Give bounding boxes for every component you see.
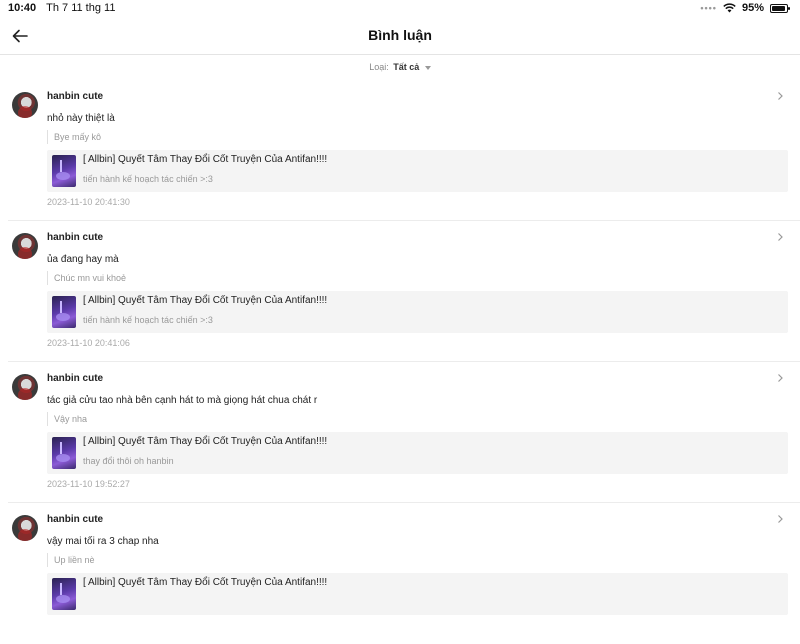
comment-timestamp: 2023-11-10 20:41:30	[47, 197, 130, 207]
chevron-right-icon[interactable]	[774, 372, 786, 384]
avatar[interactable]	[12, 233, 38, 259]
chevron-right-icon[interactable]	[774, 513, 786, 525]
reply-quote: Chúc mn vui khoẻ	[47, 271, 126, 285]
story-card[interactable]: [ Allbin] Quyết Tâm Thay Đổi Cốt Truyện …	[47, 150, 788, 192]
chevron-right-icon[interactable]	[774, 231, 786, 243]
wifi-icon	[723, 3, 736, 13]
comment-username[interactable]: hanbin cute	[47, 91, 103, 102]
comment-username[interactable]: hanbin cute	[47, 373, 103, 384]
story-thumbnail	[52, 155, 76, 187]
comment-text: tác giả cửu tao nhà bên cạnh hát to mà g…	[47, 395, 318, 406]
filter-label: Loại:	[369, 62, 389, 72]
comment-username[interactable]: hanbin cute	[47, 232, 103, 243]
story-thumbnail	[52, 296, 76, 328]
more-dots-icon: ••••	[700, 3, 717, 13]
story-thumbnail	[52, 578, 76, 610]
battery-percent: 95%	[741, 2, 764, 14]
status-time: 10:40	[8, 2, 37, 14]
page-title: Bình luận	[368, 27, 432, 43]
caret-down-icon	[424, 65, 431, 70]
filter-dropdown[interactable]: Loại: Tất cả	[0, 62, 800, 72]
status-date: Th 7 11 thg 11	[46, 2, 116, 14]
battery-fill	[772, 5, 786, 11]
story-subtitle: thay đổi thôi oh hanbin	[83, 456, 174, 466]
chevron-right-icon[interactable]	[774, 90, 786, 102]
comment-timestamp: 2023-11-10 20:41:06	[47, 338, 130, 348]
story-title: [ Allbin] Quyết Tâm Thay Đổi Cốt Truyện …	[83, 154, 328, 165]
comment-text: nhỏ này thiệt là	[47, 113, 115, 124]
avatar[interactable]	[12, 515, 38, 541]
reply-quote: Up liền nè	[47, 553, 95, 567]
comment-username[interactable]: hanbin cute	[47, 514, 103, 525]
comment-text: vậy mai tối ra 3 chap nha	[47, 536, 159, 547]
filter-value: Tất cả	[393, 62, 420, 72]
status-bar: 10:40 Th 7 11 thg 11 •••• 95%	[0, 0, 800, 18]
story-thumbnail	[52, 437, 76, 469]
story-title: [ Allbin] Quyết Tâm Thay Đổi Cốt Truyện …	[83, 295, 328, 306]
comment-item[interactable]: hanbin cute ủa đang hay mà Chúc mn vui k…	[8, 221, 800, 362]
comment-item[interactable]: hanbin cute vậy mai tối ra 3 chap nha Up…	[8, 503, 800, 644]
comment-item[interactable]: hanbin cute tác giả cửu tao nhà bên cạnh…	[8, 362, 800, 503]
comment-text: ủa đang hay mà	[47, 254, 119, 265]
avatar[interactable]	[12, 374, 38, 400]
story-card[interactable]: [ Allbin] Quyết Tâm Thay Đổi Cốt Truyện …	[47, 432, 788, 474]
reply-quote: Vậy nha	[47, 412, 87, 426]
nav-bar: Bình luận	[0, 18, 800, 55]
reply-quote: Bye mấy kô	[47, 130, 101, 144]
story-card[interactable]: [ Allbin] Quyết Tâm Thay Đổi Cốt Truyện …	[47, 291, 788, 333]
story-card[interactable]: [ Allbin] Quyết Tâm Thay Đổi Cốt Truyện …	[47, 573, 788, 615]
story-title: [ Allbin] Quyết Tâm Thay Đổi Cốt Truyện …	[83, 577, 328, 588]
comment-list: hanbin cute nhỏ này thiệt là Bye mấy kô …	[0, 80, 800, 644]
comment-timestamp: 2023-11-10 19:52:27	[47, 479, 130, 489]
battery-icon	[770, 3, 790, 13]
story-title: [ Allbin] Quyết Tâm Thay Đổi Cốt Truyện …	[83, 436, 328, 447]
story-subtitle: tiến hành kế hoạch tác chiến >:3	[83, 174, 213, 184]
avatar[interactable]	[12, 92, 38, 118]
story-subtitle: tiến hành kế hoạch tác chiến >:3	[83, 315, 213, 325]
comment-item[interactable]: hanbin cute nhỏ này thiệt là Bye mấy kô …	[8, 80, 800, 221]
